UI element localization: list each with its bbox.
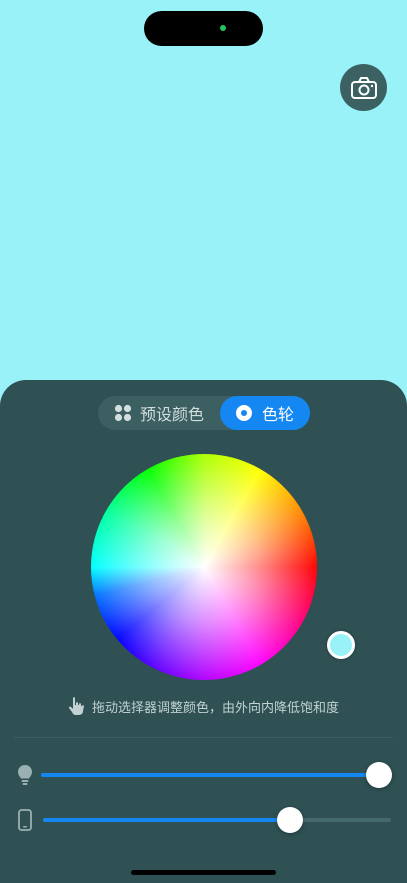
hint-row: 拖动选择器调整颜色，由外向内降低饱和度	[0, 696, 407, 716]
screen-brightness-slider-thumb[interactable]	[277, 807, 303, 833]
mode-segmented-control: 预设颜色 色轮	[98, 396, 310, 430]
color-picker-handle[interactable]	[327, 631, 355, 659]
camera-button[interactable]	[340, 64, 387, 111]
phone-icon	[18, 809, 32, 831]
brightness-slider-fill	[41, 773, 381, 777]
color-control-panel: 预设颜色 色轮 拖动选择器调整颜色，由外向内降低饱和度	[0, 380, 407, 883]
home-indicator	[131, 870, 276, 875]
camera-indicator-dot	[220, 25, 226, 31]
divider	[14, 737, 393, 738]
tab-wheel-label: 色轮	[261, 405, 294, 424]
target-icon	[235, 405, 252, 421]
screen-brightness-slider-fill	[43, 818, 290, 822]
tab-color-wheel[interactable]: 色轮	[220, 396, 310, 430]
screen-brightness-slider-track[interactable]	[43, 818, 391, 822]
camera-icon	[350, 76, 377, 99]
screen-brightness-slider-row	[0, 805, 407, 835]
brightness-slider-thumb[interactable]	[366, 762, 392, 788]
grid-dots-icon	[114, 404, 132, 422]
brightness-slider-track[interactable]	[41, 773, 381, 777]
tab-preset-label: 预设颜色	[139, 405, 204, 424]
hand-pointer-icon	[68, 697, 84, 715]
brightness-slider-row	[0, 760, 407, 790]
tab-preset-colors[interactable]: 预设颜色	[98, 396, 220, 430]
dynamic-island	[144, 11, 263, 46]
hint-text: 拖动选择器调整颜色，由外向内降低饱和度	[91, 700, 339, 716]
light-bulb-icon	[18, 765, 32, 785]
color-wheel[interactable]	[91, 454, 355, 680]
